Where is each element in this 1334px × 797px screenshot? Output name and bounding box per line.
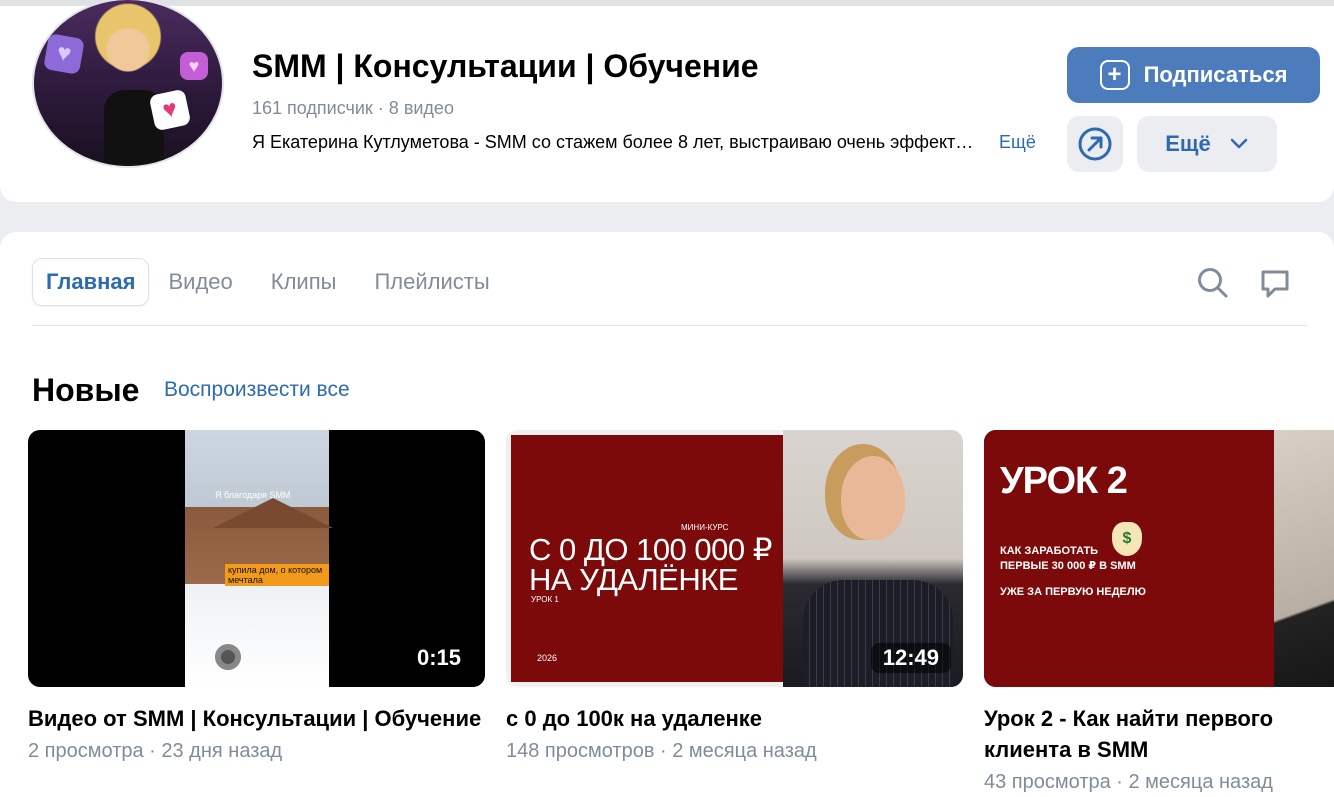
video-card[interactable]: МИНИ-КУРС С 0 ДО 100 000 ₽ НА УДАЛЁНКЕ У… bbox=[506, 430, 963, 763]
thumbnail-lesson: УРОК 1 bbox=[531, 595, 559, 604]
plus-icon: + bbox=[1099, 60, 1130, 90]
house-roof bbox=[213, 498, 333, 528]
video-thumbnail[interactable]: МИНИ-КУРС С 0 ДО 100 000 ₽ НА УДАЛЁНКЕ У… bbox=[506, 430, 963, 687]
thumbnail-image: Я благодаря SMM купила дом, о котором ме… bbox=[185, 430, 333, 687]
video-duration: 0:15 bbox=[404, 643, 473, 673]
video-title[interactable]: с 0 до 100к на удаленке bbox=[506, 703, 963, 734]
search-icon[interactable] bbox=[1196, 266, 1230, 300]
thumbnail-headline: УРОК 2 bbox=[1000, 460, 1128, 502]
thumbnail-line: ПЕРВЫЕ 30 000 ₽ В SMM bbox=[1000, 560, 1136, 572]
channel-content: Главная Видео Клипы Плейлисты Новые Восп… bbox=[0, 232, 1334, 797]
video-thumbnail[interactable]: Я благодаря SMM купила дом, о котором ме… bbox=[28, 430, 485, 687]
thumbnail-photo bbox=[1274, 430, 1334, 687]
video-duration: 12:49 bbox=[870, 643, 951, 673]
comment-icon[interactable] bbox=[1258, 266, 1292, 300]
video-title[interactable]: Урок 2 - Как найти первого клиента в SMM bbox=[984, 703, 1334, 765]
thumbnail-panel: УРОК 2 $ КАК ЗАРАБОТАТЬ ПЕРВЫЕ 30 000 ₽ … bbox=[984, 430, 1274, 687]
more-button[interactable]: Ещё bbox=[1137, 116, 1277, 172]
thumbnail-tag: МИНИ-КУРС bbox=[681, 523, 729, 532]
heart-icon: ♥ bbox=[148, 88, 192, 132]
share-button[interactable] bbox=[1067, 116, 1123, 172]
thumbnail-caption: Я благодаря SMM bbox=[215, 490, 291, 500]
play-all-link[interactable]: Воспроизвести все bbox=[164, 378, 350, 402]
video-card[interactable]: Я благодаря SMM купила дом, о котором ме… bbox=[28, 430, 485, 763]
subscribe-label: Подписаться bbox=[1143, 62, 1288, 87]
section-title: Новые bbox=[32, 372, 140, 408]
tab-home[interactable]: Главная bbox=[32, 258, 150, 306]
subscribe-button[interactable]: + Подписаться bbox=[1067, 47, 1320, 103]
share-icon bbox=[1078, 127, 1112, 161]
presenter-face bbox=[841, 456, 905, 540]
thumbnail-label: купила дом, о котором мечтала bbox=[225, 564, 329, 586]
tab-actions bbox=[1196, 266, 1292, 300]
video-card[interactable]: УРОК 2 $ КАК ЗАРАБОТАТЬ ПЕРВЫЕ 30 000 ₽ … bbox=[984, 430, 1334, 794]
channel-avatar[interactable]: ♥ ♥ ♥ bbox=[32, 0, 224, 168]
thumbnail-year: 2026 bbox=[537, 653, 558, 663]
channel-meta: 161 подписчик · 8 видео bbox=[252, 98, 454, 118]
thumbnail-headline: С 0 ДО 100 000 ₽ НА УДАЛЁНКЕ bbox=[529, 532, 772, 597]
description-more-link[interactable]: Ещё bbox=[999, 132, 1036, 153]
money-bag-icon: $ bbox=[1112, 522, 1142, 556]
more-label: Ещё bbox=[1165, 131, 1211, 156]
channel-description: Я Екатерина Кутлуметова - SMM со стажем … bbox=[252, 132, 982, 152]
channel-title: SMM | Консультации | Обучение bbox=[252, 48, 759, 84]
tab-clips[interactable]: Клипы bbox=[252, 258, 356, 306]
channel-tabs: Главная Видео Клипы Плейлисты bbox=[32, 258, 509, 306]
thumbnail-line: УЖЕ ЗА ПЕРВУЮ НЕДЕЛЮ bbox=[1000, 586, 1146, 598]
tab-playlists[interactable]: Плейлисты bbox=[355, 258, 508, 306]
thumbnail-panel: МИНИ-КУРС С 0 ДО 100 000 ₽ НА УДАЛЁНКЕ У… bbox=[511, 435, 783, 682]
heart-icon: ♥ bbox=[43, 33, 85, 75]
video-thumbnail[interactable]: УРОК 2 $ КАК ЗАРАБОТАТЬ ПЕРВЫЕ 30 000 ₽ … bbox=[984, 430, 1334, 687]
heart-icon: ♥ bbox=[180, 52, 208, 80]
video-meta: 2 просмотра · 23 дня назад bbox=[28, 740, 283, 762]
tabs-divider bbox=[32, 325, 1307, 326]
thumbnail-line: КАК ЗАРАБОТАТЬ bbox=[1000, 545, 1099, 557]
video-title[interactable]: Видео от SMM | Консультации | Обучение bbox=[28, 703, 485, 734]
tab-videos[interactable]: Видео bbox=[149, 258, 251, 306]
channel-header: ♥ ♥ ♥ SMM | Консультации | Обучение 161 … bbox=[0, 0, 1334, 202]
thumbnail-object bbox=[215, 644, 241, 670]
chevron-down-icon bbox=[1230, 138, 1247, 149]
video-meta: 43 просмотра · 2 месяца назад bbox=[984, 771, 1273, 793]
video-meta: 148 просмотров · 2 месяца назад bbox=[506, 740, 817, 762]
